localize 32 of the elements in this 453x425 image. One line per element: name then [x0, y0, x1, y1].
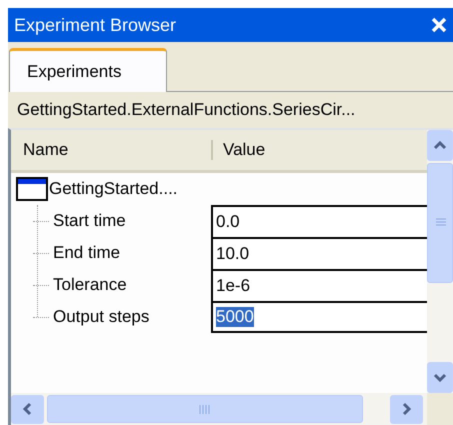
scroll-down-button[interactable] [427, 362, 453, 393]
vertical-scrollbar[interactable] [427, 130, 453, 393]
scroll-thumb[interactable] [47, 395, 363, 423]
caret-up-icon [433, 141, 447, 150]
tab[interactable]: Experiments [9, 48, 167, 92]
parameter-name: End time [53, 243, 120, 263]
grip-icon [199, 404, 211, 414]
value-text: 10.0 [216, 244, 250, 264]
window-icon[interactable] [16, 177, 48, 201]
caret-right-icon [402, 402, 411, 416]
value-text: 1e-6 [216, 276, 250, 296]
value-text: 0.0 [216, 212, 240, 232]
value-field[interactable]: 10.0 [211, 237, 427, 269]
close-icon[interactable] [431, 17, 447, 33]
caret-left-icon [23, 402, 32, 416]
value-text: 5000 [216, 307, 254, 327]
horizontal-scrollbar[interactable] [11, 393, 427, 425]
scroll-up-button[interactable] [427, 130, 453, 161]
value-field[interactable]: 0.0 [211, 205, 427, 237]
parameter-name: Start time [53, 211, 126, 231]
value-field[interactable]: 1e-6 [211, 269, 427, 301]
tree-item[interactable]: GettingStarted.... [49, 179, 178, 199]
grip-icon [436, 218, 446, 227]
scroll-right-button[interactable] [390, 394, 423, 424]
parameter-name: Output steps [53, 307, 150, 327]
window-title: Experiment Browser [14, 14, 176, 36]
caret-down-icon [433, 373, 447, 382]
scroll-thumb[interactable] [427, 163, 453, 283]
column-header[interactable]: Name [11, 140, 211, 160]
value-field[interactable]: 5000 [211, 301, 427, 333]
parameter-name: Tolerance [53, 275, 127, 295]
scroll-left-button[interactable] [11, 394, 44, 424]
